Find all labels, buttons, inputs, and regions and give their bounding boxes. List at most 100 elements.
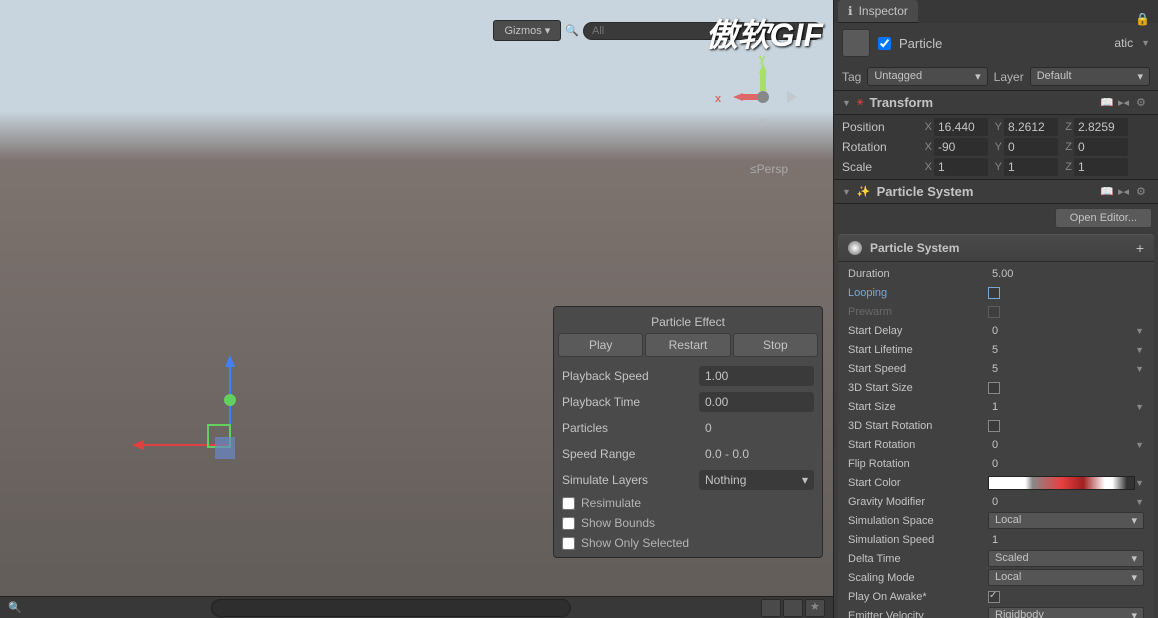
start-speed-label: Start Speed xyxy=(848,363,988,375)
particle-system-icon: ✨ xyxy=(857,185,871,198)
resimulate-checkbox[interactable]: Resimulate xyxy=(558,493,818,513)
info-icon: ℹ xyxy=(848,4,853,18)
playback-time-input[interactable] xyxy=(699,392,814,412)
ps-main-module-title: Particle System xyxy=(870,241,1128,255)
start-delay-value[interactable]: 0 xyxy=(988,325,1135,337)
static-dropdown[interactable]: ▼ xyxy=(1141,38,1150,48)
inspector-panel: ℹInspector 🔒 Particle atic ▼ Tag Untagge… xyxy=(833,0,1158,618)
transform-gizmo[interactable] xyxy=(130,345,270,468)
gameobject-icon[interactable] xyxy=(842,29,870,57)
restart-button[interactable]: Restart xyxy=(645,333,730,357)
rotation-z-input[interactable] xyxy=(1074,138,1128,156)
inspector-tab[interactable]: ℹInspector xyxy=(838,0,918,23)
tag-layer-row: Tag Untagged▾ Layer Default▾ xyxy=(834,63,1158,90)
bottom-search-input[interactable] xyxy=(211,599,571,617)
stop-button[interactable]: Stop xyxy=(733,333,818,357)
help-icon[interactable]: 📖 xyxy=(1100,185,1114,199)
layer-label: Layer xyxy=(994,70,1024,84)
ps-foldout[interactable]: ▼ xyxy=(842,187,851,197)
scaling-mode-label: Scaling Mode xyxy=(848,572,988,584)
gravity-modifier-value[interactable]: 0 xyxy=(988,496,1135,508)
3d-start-size-checkbox[interactable] xyxy=(988,382,1000,394)
scale-label: Scale xyxy=(842,160,918,174)
position-label: Position xyxy=(842,120,918,134)
emitter-velocity-dropdown[interactable]: Rigidbody▾ xyxy=(988,607,1144,618)
position-z-input[interactable] xyxy=(1074,118,1128,136)
start-lifetime-value[interactable]: 5 xyxy=(988,344,1135,356)
position-y-input[interactable] xyxy=(1004,118,1058,136)
start-color-gradient[interactable] xyxy=(988,476,1135,490)
rotation-y-input[interactable] xyxy=(1004,138,1058,156)
transform-foldout[interactable]: ▼ xyxy=(842,98,851,108)
tag-dropdown[interactable]: Untagged▾ xyxy=(867,67,987,86)
duration-label: Duration xyxy=(848,268,988,280)
lock-icon[interactable]: 🔒 xyxy=(1135,12,1150,26)
simulation-speed-value[interactable]: 1 xyxy=(988,534,1144,546)
mode-dropdown[interactable]: ▼ xyxy=(1135,402,1144,412)
mode-dropdown[interactable]: ▼ xyxy=(1135,478,1144,488)
position-x-input[interactable] xyxy=(934,118,988,136)
axis-x-label: x xyxy=(715,93,721,105)
start-speed-value[interactable]: 5 xyxy=(988,363,1135,375)
transform-properties: Position X Y Z Rotation X Y Z Scale X Y … xyxy=(834,115,1158,179)
gear-icon[interactable]: ⚙ xyxy=(1136,96,1150,110)
particle-system-component-header[interactable]: ▼ ✨ Particle System 📖 ▸◂ ⚙ xyxy=(834,179,1158,204)
particle-system-title: Particle System xyxy=(877,184,1094,199)
mode-dropdown[interactable]: ▼ xyxy=(1135,326,1144,336)
scene-view[interactable]: 傲软GIF Gizmos ▾ 🔍 y x ≤Persp Partic xyxy=(0,0,833,618)
bottom-icon-1[interactable] xyxy=(761,599,781,617)
show-only-selected-checkbox[interactable]: Show Only Selected xyxy=(558,533,818,553)
playback-time-label: Playback Time xyxy=(562,395,699,409)
bottom-icon-2[interactable] xyxy=(783,599,803,617)
scale-y-input[interactable] xyxy=(1004,158,1058,176)
gameobject-header: Particle atic ▼ xyxy=(834,23,1158,63)
start-lifetime-label: Start Lifetime xyxy=(848,344,988,356)
particle-effect-title: Particle Effect xyxy=(558,311,818,333)
ps-main-module-header[interactable]: Particle System + xyxy=(838,234,1154,262)
add-module-icon[interactable]: + xyxy=(1136,240,1144,256)
start-size-value[interactable]: 1 xyxy=(988,401,1135,413)
favorite-icon[interactable]: ★ xyxy=(805,599,825,617)
help-icon[interactable]: 📖 xyxy=(1100,96,1114,110)
gear-icon[interactable]: ⚙ xyxy=(1136,185,1150,199)
simulate-layers-label: Simulate Layers xyxy=(562,473,699,487)
looping-checkbox[interactable] xyxy=(988,287,1000,299)
simulation-space-dropdown[interactable]: Local▾ xyxy=(988,512,1144,529)
gameobject-name[interactable]: Particle xyxy=(899,36,1106,51)
mode-dropdown[interactable]: ▼ xyxy=(1135,345,1144,355)
perspective-label[interactable]: ≤Persp xyxy=(750,162,788,176)
scale-x-input[interactable] xyxy=(934,158,988,176)
start-delay-label: Start Delay xyxy=(848,325,988,337)
gizmos-button[interactable]: Gizmos ▾ xyxy=(493,20,561,41)
tag-label: Tag xyxy=(842,70,861,84)
start-rotation-value[interactable]: 0 xyxy=(988,439,1135,451)
flip-rotation-label: Flip Rotation xyxy=(848,458,988,470)
scaling-mode-dropdown[interactable]: Local▾ xyxy=(988,569,1144,586)
emitter-velocity-label: Emitter Velocity xyxy=(848,610,988,618)
layer-dropdown[interactable]: Default▾ xyxy=(1030,67,1150,86)
duration-value[interactable]: 5.00 xyxy=(988,268,1144,280)
show-bounds-checkbox[interactable]: Show Bounds xyxy=(558,513,818,533)
simulate-layers-dropdown[interactable]: Nothing▾ xyxy=(699,470,814,490)
mode-dropdown[interactable]: ▼ xyxy=(1135,497,1144,507)
play-on-awake-checkbox[interactable] xyxy=(988,591,1000,603)
scene-search-input[interactable] xyxy=(583,22,823,40)
delta-time-dropdown[interactable]: Scaled▾ xyxy=(988,550,1144,567)
open-editor-button[interactable]: Open Editor... xyxy=(1055,208,1152,228)
gravity-modifier-label: Gravity Modifier xyxy=(848,496,988,508)
gameobject-active-checkbox[interactable] xyxy=(878,37,891,50)
start-color-label: Start Color xyxy=(848,477,988,489)
speed-range-value: 0.0 - 0.0 xyxy=(699,444,814,464)
transform-component-header[interactable]: ▼ ⚹ Transform 📖 ▸◂ ⚙ xyxy=(834,90,1158,115)
preset-icon[interactable]: ▸◂ xyxy=(1118,96,1132,110)
rotation-x-input[interactable] xyxy=(934,138,988,156)
playback-speed-input[interactable] xyxy=(699,366,814,386)
mode-dropdown[interactable]: ▼ xyxy=(1135,440,1144,450)
3d-start-rotation-checkbox[interactable] xyxy=(988,420,1000,432)
play-button[interactable]: Play xyxy=(558,333,643,357)
preset-icon[interactable]: ▸◂ xyxy=(1118,185,1132,199)
scale-z-input[interactable] xyxy=(1074,158,1128,176)
orientation-gizmo[interactable]: y x xyxy=(723,55,803,135)
flip-rotation-value[interactable]: 0 xyxy=(988,458,1144,470)
mode-dropdown[interactable]: ▼ xyxy=(1135,364,1144,374)
